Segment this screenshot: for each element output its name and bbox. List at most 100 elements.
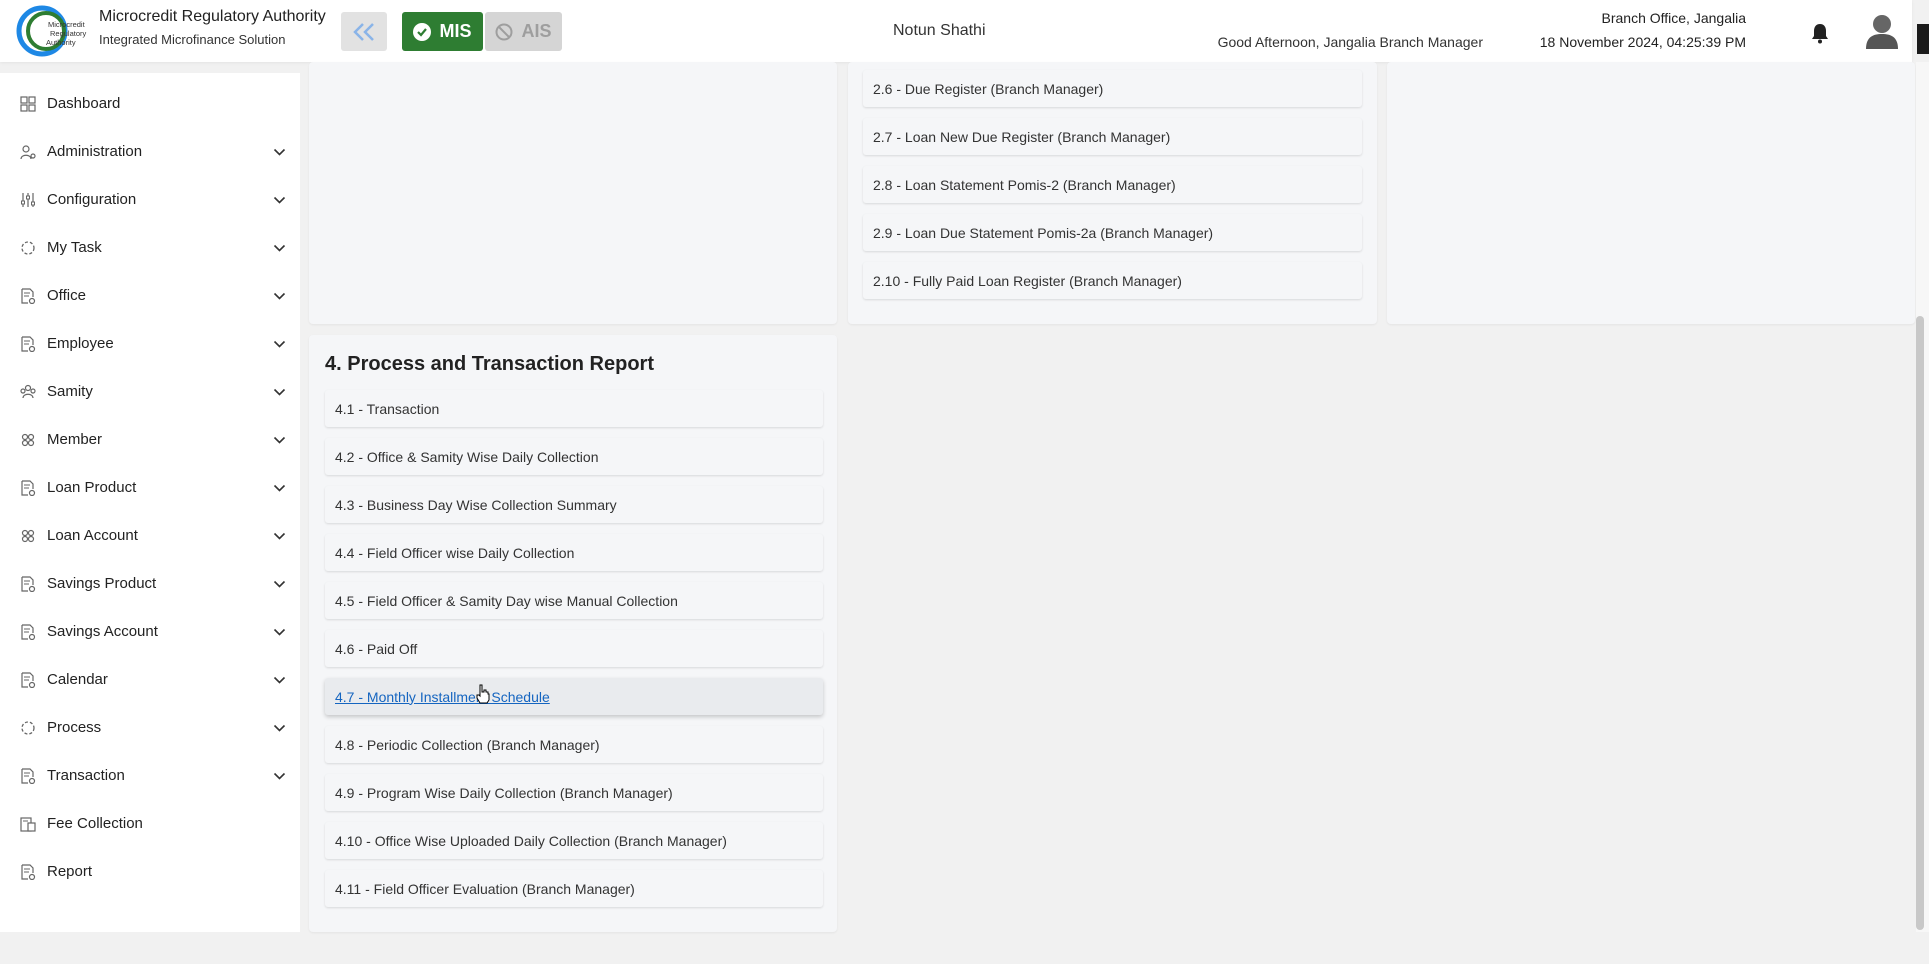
sidebar-item-samity[interactable]: Samity (0, 372, 300, 412)
report-link-label: 4.6 - Paid Off (335, 640, 418, 657)
chevron-down-icon (273, 292, 286, 300)
report-link-label: 4.2 - Office & Samity Wise Daily Collect… (335, 448, 599, 465)
report-link-label: 4.9 - Program Wise Daily Collection (Bra… (335, 784, 673, 801)
sidebar-item-calendar[interactable]: Calendar (0, 660, 300, 700)
chevron-down-icon (273, 580, 286, 588)
report-link-label: 4.5 - Field Officer & Samity Day wise Ma… (335, 592, 678, 609)
organization-name: Notun Shathi (893, 22, 986, 39)
sidebar-item-label: Loan Product (47, 479, 137, 496)
sidebar-item-label: Administration (47, 143, 143, 160)
document-gear-icon (21, 336, 36, 352)
sidebar-item-employee[interactable]: Employee (0, 324, 300, 364)
report-link-label: 4.10 - Office Wise Uploaded Daily Collec… (335, 832, 727, 849)
sidebar-item-loan-product[interactable]: Loan Product (0, 468, 300, 508)
report-link-item[interactable]: 2.7 - Loan New Due Register (Branch Mana… (863, 118, 1362, 155)
section-title-process: 4. Process and Transaction Report (325, 353, 654, 375)
sidebar-item-office[interactable]: Office (0, 276, 300, 316)
ais-toggle-button[interactable]: AIS (485, 12, 562, 51)
report-link-item[interactable]: 2.6 - Due Register (Branch Manager) (863, 70, 1362, 107)
document-gear-icon (21, 864, 36, 880)
sidebar-item-label: Dashboard (47, 95, 121, 112)
brand-title: Microcredit Regulatory Authority (99, 8, 326, 25)
circle-dashed-icon (21, 241, 35, 255)
sidebar-item-my-task[interactable]: My Task (0, 228, 300, 268)
report-link-item[interactable]: 2.9 - Loan Due Statement Pomis-2a (Branc… (863, 214, 1362, 251)
sidebar-item-loan-account[interactable]: Loan Account (0, 516, 300, 556)
report-link-label: 4.7 - Monthly Installment Schedule (335, 688, 550, 705)
chevron-down-icon (273, 388, 286, 396)
sidebar-item-label: Report (47, 863, 93, 880)
avatar[interactable] (1865, 13, 1899, 49)
sidebar-item-label: Member (47, 431, 103, 448)
sidebar-item-report[interactable]: Report (0, 852, 300, 892)
report-link-item[interactable]: 4.11 - Field Officer Evaluation (Branch … (325, 870, 823, 907)
report-link-label: 4.3 - Business Day Wise Collection Summa… (335, 496, 617, 513)
ais-label: AIS (521, 21, 552, 41)
svg-text:Regulatory: Regulatory (50, 29, 87, 38)
group-icon (20, 384, 36, 399)
scrollbar-thumb[interactable] (1916, 316, 1924, 930)
sidebar-item-dashboard[interactable]: Dashboard (0, 84, 300, 124)
sidebar-item-label: Fee Collection (47, 815, 143, 832)
document-gear-icon (21, 576, 36, 592)
header-edge-marker (1917, 24, 1929, 54)
sidebar-item-label: Savings Account (47, 623, 158, 640)
sidebar-item-label: Process (47, 719, 102, 736)
users-icon (21, 433, 35, 447)
report-link-item[interactable]: 4.8 - Periodic Collection (Branch Manage… (325, 726, 823, 763)
branch-office-label: Branch Office, Jangalia (1601, 10, 1747, 26)
greeting-text: Good Afternoon, Jangalia Branch Manager (1217, 34, 1483, 50)
report-link-item[interactable]: 4.1 - Transaction (325, 390, 823, 427)
report-link-label: 4.4 - Field Officer wise Daily Collectio… (335, 544, 575, 561)
mis-label: MIS (439, 21, 472, 41)
report-link-item[interactable]: 4.2 - Office & Samity Wise Daily Collect… (325, 438, 823, 475)
panel-right-top (1387, 62, 1915, 324)
report-link-label: 2.6 - Due Register (Branch Manager) (873, 80, 1104, 97)
sidebar-item-process[interactable]: Process (0, 708, 300, 748)
bell-icon[interactable] (1809, 22, 1831, 44)
document-gear-icon (21, 288, 36, 304)
ban-icon (495, 23, 513, 40)
sidebar-item-configuration[interactable]: Configuration (0, 180, 300, 220)
double-chevron-left-icon (353, 22, 374, 41)
sidebar-item-label: My Task (47, 239, 102, 256)
sliders-icon (21, 193, 35, 207)
sidebar-item-label: Loan Account (47, 527, 138, 544)
report-link-item[interactable]: 2.10 - Fully Paid Loan Register (Branch … (863, 262, 1362, 299)
report-link-item[interactable]: 4.5 - Field Officer & Samity Day wise Ma… (325, 582, 823, 619)
current-datetime: 18 November 2024, 04:25:39 PM (1539, 34, 1746, 50)
sidebar-item-administration[interactable]: Administration (0, 132, 300, 172)
mis-toggle-button[interactable]: MIS (402, 12, 483, 51)
sidebar-item-fee-collection[interactable]: Fee Collection (0, 804, 300, 844)
sidebar-item-label: Transaction (47, 767, 125, 784)
sidebar-item-savings-product[interactable]: Savings Product (0, 564, 300, 604)
sidebar-item-label: Office (47, 287, 86, 304)
sidebar-item-label: Calendar (47, 671, 108, 688)
report-link-item[interactable]: 4.7 - Monthly Installment Schedule (325, 678, 823, 715)
chevron-down-icon (273, 772, 286, 780)
report-link-item[interactable]: 2.8 - Loan Statement Pomis-2 (Branch Man… (863, 166, 1362, 203)
report-link-label: 2.8 - Loan Statement Pomis-2 (Branch Man… (873, 176, 1176, 193)
mra-logo: Microcredit Regulatory Authority (16, 5, 87, 57)
chevron-down-icon (273, 628, 286, 636)
sidebar-item-transaction[interactable]: Transaction (0, 756, 300, 796)
chevron-down-icon (273, 676, 286, 684)
report-link-label: 4.8 - Periodic Collection (Branch Manage… (335, 736, 600, 753)
report-link-item[interactable]: 4.4 - Field Officer wise Daily Collectio… (325, 534, 823, 571)
circle-dashed-icon (21, 721, 35, 735)
brand-subtitle: Integrated Microfinance Solution (99, 32, 286, 47)
sidebar-item-member[interactable]: Member (0, 420, 300, 460)
panel-left-top (309, 62, 837, 324)
chevron-down-icon (273, 148, 286, 156)
chevron-down-icon (273, 436, 286, 444)
sidebar-item-label: Employee (47, 335, 114, 352)
dashboard-icon (20, 96, 36, 112)
report-link-label: 2.10 - Fully Paid Loan Register (Branch … (873, 272, 1182, 289)
report-link-item[interactable]: 4.3 - Business Day Wise Collection Summa… (325, 486, 823, 523)
report-link-item[interactable]: 4.10 - Office Wise Uploaded Daily Collec… (325, 822, 823, 859)
collapse-sidebar-button[interactable] (341, 12, 387, 51)
report-link-label: 2.7 - Loan New Due Register (Branch Mana… (873, 128, 1171, 145)
report-link-item[interactable]: 4.9 - Program Wise Daily Collection (Bra… (325, 774, 823, 811)
report-link-item[interactable]: 4.6 - Paid Off (325, 630, 823, 667)
sidebar-item-savings-account[interactable]: Savings Account (0, 612, 300, 652)
